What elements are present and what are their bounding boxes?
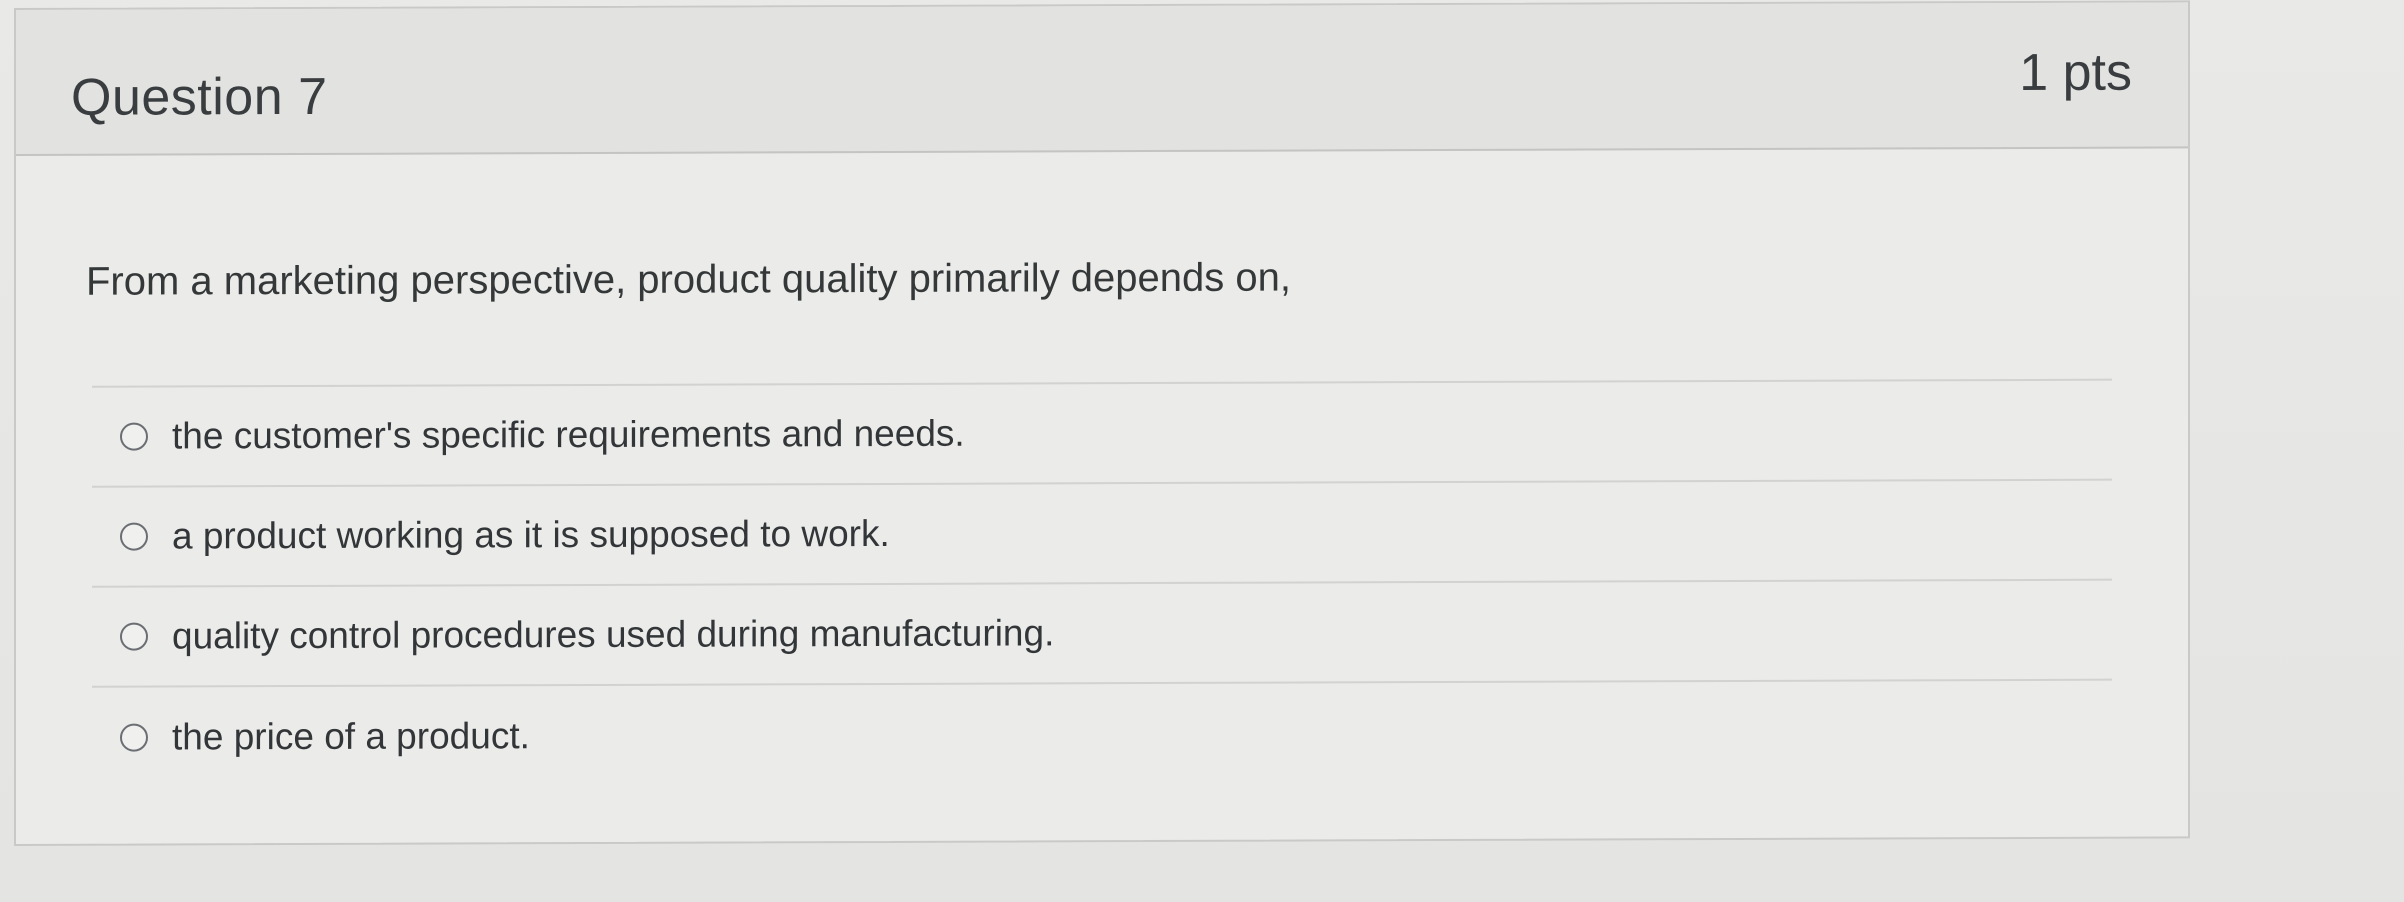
question-prompt: From a marketing perspective, product qu… — [86, 255, 1291, 304]
question-title: Question 7 — [71, 67, 328, 127]
answer-label-1[interactable]: the customer's specific requirements and… — [172, 413, 965, 458]
page: Question 7 1 pts From a marketing perspe… — [0, 0, 2404, 902]
answer-option-1[interactable]: the customer's specific requirements and… — [92, 380, 2112, 488]
question-card: Question 7 1 pts From a marketing perspe… — [14, 0, 2190, 846]
answer-option-4[interactable]: the price of a product. — [92, 681, 2112, 788]
answer-option-3[interactable]: quality control procedures used during m… — [92, 580, 2112, 688]
answer-label-2[interactable]: a product working as it is supposed to w… — [172, 513, 890, 558]
radio-button[interactable] — [120, 422, 148, 451]
answer-option-2[interactable]: a product working as it is supposed to w… — [92, 480, 2112, 588]
radio-button[interactable] — [120, 622, 148, 651]
question-points: 1 pts — [2019, 43, 2132, 103]
radio-button[interactable] — [120, 723, 148, 752]
answer-label-4[interactable]: the price of a product. — [172, 715, 530, 758]
question-header: Question 7 1 pts — [16, 2, 2188, 156]
radio-button[interactable] — [120, 522, 148, 551]
answer-list: the customer's specific requirements and… — [92, 378, 2112, 788]
answer-label-3[interactable]: quality control procedures used during m… — [172, 612, 1054, 657]
